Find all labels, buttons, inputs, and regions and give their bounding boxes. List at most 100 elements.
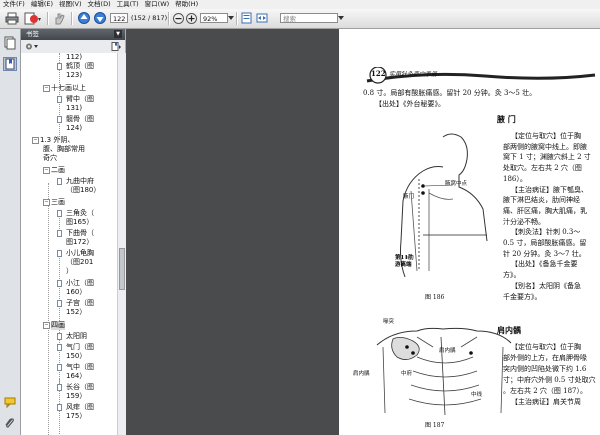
bookmark-item[interactable]: 气中（图 xyxy=(21,363,117,372)
menu-help[interactable]: 帮助(H) xyxy=(172,0,201,9)
bookmark-item[interactable]: 124) xyxy=(21,124,117,133)
bookmark-item[interactable]: 三角灸（ xyxy=(21,209,117,218)
bookmark-item[interactable]: 臂中（图 xyxy=(21,95,117,104)
options-gear-icon[interactable] xyxy=(25,42,39,53)
print-button[interactable] xyxy=(4,11,20,25)
expand-toggle-icon[interactable]: − xyxy=(43,322,50,329)
bookmark-item[interactable]: ） xyxy=(21,267,117,276)
bookmark-label: 气中（图 xyxy=(66,363,94,371)
bookmark-item[interactable]: 髋骨（图 xyxy=(21,115,117,124)
bookmark-item[interactable]: 159） xyxy=(21,392,117,401)
bookmark-item[interactable]: −1.3 外阴、 xyxy=(21,136,117,145)
bookmark-item[interactable]: 123) xyxy=(21,71,117,80)
bookmark-item[interactable]: 164） xyxy=(21,372,117,381)
bookmark-label: 175） xyxy=(66,412,87,420)
menu-tools[interactable]: 工具(T) xyxy=(114,0,142,9)
zoom-in-button[interactable] xyxy=(185,11,197,25)
fit-width-button[interactable] xyxy=(255,11,269,25)
bookmark-page-icon xyxy=(57,384,62,391)
bookmark-item[interactable]: 小儿龟胸 xyxy=(21,249,117,258)
bookmark-label: 三画 xyxy=(51,198,65,206)
zoom-input[interactable]: 92% xyxy=(200,13,228,23)
page-number-input[interactable]: 122 xyxy=(110,13,128,23)
bookmark-item[interactable]: − 四画 xyxy=(21,321,117,330)
bookmark-item[interactable]: − 十七画以上 xyxy=(21,84,117,93)
search-dropdown[interactable] xyxy=(337,11,345,25)
bookmark-label: 小儿龟胸 xyxy=(66,249,94,257)
menu-file[interactable]: 文件(F) xyxy=(0,0,28,9)
page-header-number: 122 xyxy=(371,69,386,78)
bookmark-label: 子宫（图 xyxy=(66,299,94,307)
menu-edit[interactable]: 编辑(E) xyxy=(28,0,56,9)
bookmark-label: 152） xyxy=(66,308,87,316)
scrollbar-thumb[interactable] xyxy=(119,248,125,290)
bookmark-item[interactable]: 图165） xyxy=(21,218,117,227)
bookmark-label: 长谷（图 xyxy=(66,383,94,391)
panel-options-button[interactable]: ▼ xyxy=(114,30,122,38)
bookmark-item[interactable]: 152） xyxy=(21,308,117,317)
bookmarks-icon[interactable] xyxy=(3,57,17,71)
section1-title: 腋 门 xyxy=(497,114,516,124)
bookmark-label: 图165） xyxy=(66,218,94,226)
fig187-caption: 图 187 xyxy=(425,422,445,429)
bookmark-label: 腹、胸部常用 xyxy=(43,145,85,153)
bookmark-item[interactable]: 112) xyxy=(21,53,117,62)
bookmark-item[interactable]: 奇穴 xyxy=(21,154,117,163)
panel-scrollbar[interactable] xyxy=(117,53,126,435)
bookmark-item[interactable]: 131) xyxy=(21,104,117,113)
bookmark-item[interactable]: − 三画 xyxy=(21,198,117,207)
expand-toggle-icon[interactable]: − xyxy=(32,137,39,144)
navigation-strip xyxy=(0,29,21,435)
section2-line: 寸；中府穴外侧 0.5 寸处取穴 xyxy=(503,375,596,384)
fit-page-button[interactable] xyxy=(240,11,252,25)
attachment-icon[interactable] xyxy=(3,416,17,430)
bookmark-item[interactable]: 160） xyxy=(21,288,117,297)
bookmark-item[interactable]: 气门（图 xyxy=(21,343,117,352)
section1-line: 千金要方》。 xyxy=(503,292,542,301)
bookmark-item[interactable]: 九曲中府 xyxy=(21,177,117,186)
pages-icon[interactable] xyxy=(3,36,17,50)
bookmark-item[interactable]: 150） xyxy=(21,352,117,361)
bookmark-item[interactable]: 鹤顶（图 xyxy=(21,62,117,71)
create-button[interactable] xyxy=(23,11,43,25)
fit-width-icon xyxy=(256,13,268,23)
bookmark-item[interactable]: 图172） xyxy=(21,238,117,247)
bookmark-item[interactable]: （图201 xyxy=(21,258,117,267)
next-page-button[interactable] xyxy=(93,11,107,25)
chevron-down-icon xyxy=(338,16,344,20)
bookmark-item[interactable]: − 二画 xyxy=(21,166,117,175)
chevron-down-icon xyxy=(228,16,234,20)
new-bookmark-icon[interactable] xyxy=(111,42,121,53)
expand-toggle-icon[interactable]: − xyxy=(43,167,50,174)
bookmark-page-icon xyxy=(57,344,62,351)
expand-toggle-icon[interactable]: − xyxy=(43,85,50,92)
section1-line: 方》。 xyxy=(503,271,521,280)
expand-toggle-icon[interactable]: − xyxy=(43,199,50,206)
bookmark-item[interactable]: （图180） xyxy=(21,186,117,195)
menu-document[interactable]: 文档(D) xyxy=(85,0,114,9)
search-input[interactable]: 搜索 xyxy=(280,13,338,23)
bookmark-item[interactable]: 太阳阴 xyxy=(21,332,117,341)
comments-icon[interactable] xyxy=(3,395,17,409)
intro-line-2: 【出处】《外台秘要》。 xyxy=(375,100,445,108)
bookmark-label: 1.3 外阴、 xyxy=(40,136,75,144)
previous-page-button[interactable] xyxy=(77,11,91,25)
bookmark-item[interactable]: 175） xyxy=(21,412,117,421)
bookmark-item[interactable]: 风痱（图 xyxy=(21,403,117,412)
bookmark-item[interactable]: 腹、胸部常用 xyxy=(21,145,117,154)
hand-tool-button[interactable] xyxy=(51,11,67,25)
bookmark-page-icon xyxy=(57,333,62,340)
zoom-out-button[interactable] xyxy=(172,11,184,25)
bookmark-item[interactable]: 子宫（图 xyxy=(21,299,117,308)
bookmark-item[interactable]: 下曲骨（ xyxy=(21,229,117,238)
menu-window[interactable]: 窗口(W) xyxy=(142,0,173,9)
bookmark-label: 鹤顶（图 xyxy=(66,62,94,70)
bookmark-item[interactable]: 长谷（图 xyxy=(21,383,117,392)
fit-page-icon xyxy=(241,12,251,24)
panel-header: 书签 ▼ xyxy=(21,29,125,40)
bookmark-label: 三角灸（ xyxy=(66,209,94,217)
zoom-dropdown[interactable] xyxy=(227,11,235,25)
menu-view[interactable]: 视图(V) xyxy=(56,0,85,9)
fig186-label-free-end: 游离端 xyxy=(395,262,412,268)
bookmark-item[interactable]: 小江（图 xyxy=(21,279,117,288)
